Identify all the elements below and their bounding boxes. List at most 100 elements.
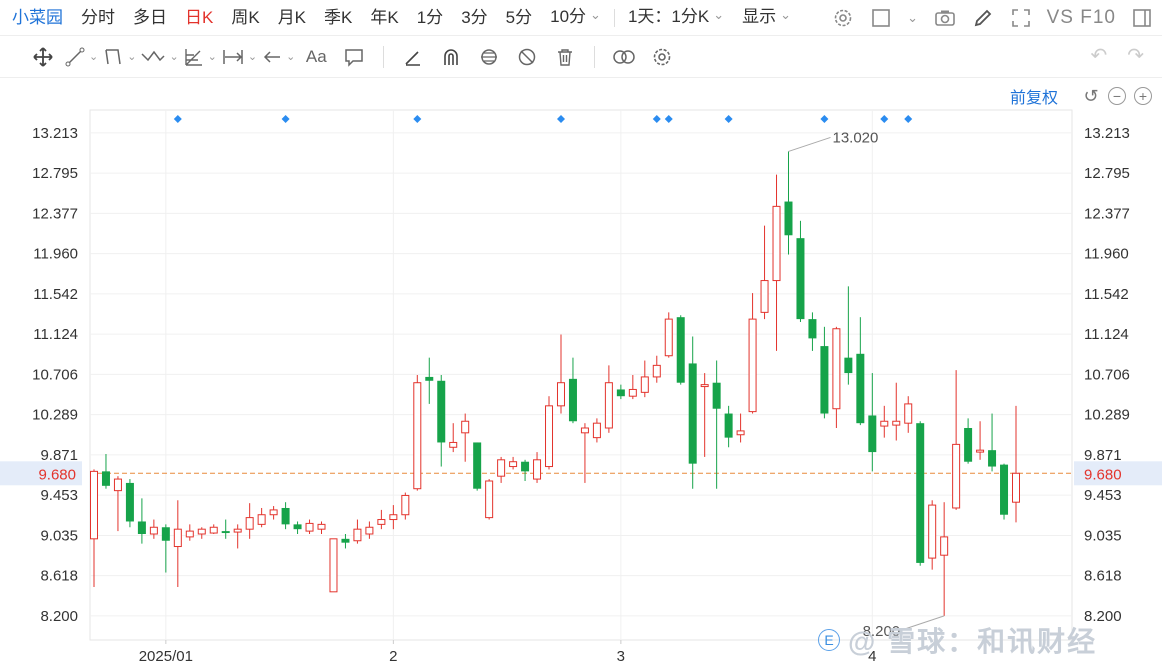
y-tick-label-right: 11.542 (1084, 286, 1129, 303)
y-tick-label-left: 11.542 (33, 286, 78, 303)
candle-body-down (988, 450, 997, 467)
candle-body-down (293, 524, 302, 530)
candle-body-up (664, 318, 673, 357)
candle-body-up (736, 430, 745, 436)
y-tick-label-left: 9.453 (40, 487, 78, 504)
candle-body-down (521, 461, 530, 472)
candle-body-up (880, 420, 889, 427)
candle-body-up (197, 528, 206, 535)
y-tick-label-right: 9.035 (1084, 527, 1122, 544)
candle-body-up (317, 523, 326, 530)
candle-body-up (90, 470, 98, 540)
candle-body-up (592, 422, 601, 439)
candle-body-up (269, 509, 278, 516)
candle-body-up (952, 443, 961, 509)
candle-body-up (904, 403, 913, 424)
candle-body-up (545, 405, 554, 468)
candle-body-down (101, 471, 110, 486)
y-tick-label-right: 11.960 (1084, 246, 1129, 263)
candle-body-up (509, 461, 518, 468)
candle-body-down (1000, 464, 1009, 515)
plot-frame (89, 109, 1073, 641)
candle-body-down (688, 363, 697, 464)
candle-body-up (628, 388, 637, 397)
y-tick-label-left: 10.289 (32, 407, 78, 424)
candle-body-up (209, 526, 218, 534)
candle-body-up (353, 528, 362, 542)
watermark: E @ 雪球：和讯财经 (818, 620, 1097, 660)
y-tick-label-right: 10.706 (1084, 366, 1130, 383)
candle-body-up (185, 530, 194, 538)
candle-body-down (856, 353, 865, 424)
event-marker (556, 115, 565, 123)
current-price-left: 9.680 (38, 466, 76, 483)
event-marker (173, 115, 182, 123)
event-marker (820, 115, 829, 123)
x-tick-label: 2025/01 (139, 648, 193, 665)
watermark-text: @ 雪球：和讯财经 (848, 626, 1098, 657)
y-tick-label-left: 13.213 (32, 125, 78, 142)
e-logo-icon: E (818, 629, 840, 651)
candle-body-up (329, 538, 338, 593)
candle-body-up (772, 205, 781, 282)
candle-body-down (616, 389, 625, 397)
candle-body-up (580, 427, 589, 434)
candle-body-up (940, 536, 949, 556)
y-tick-label-left: 12.377 (32, 205, 78, 222)
candle-body-down (341, 538, 350, 543)
candle-body-up (413, 382, 422, 490)
candle-body-up (305, 522, 314, 532)
candle-body-up (976, 449, 985, 453)
y-tick-label-right: 13.213 (1084, 125, 1130, 142)
y-tick-label-right: 9.453 (1084, 487, 1122, 504)
y-tick-label-left: 11.960 (33, 246, 78, 263)
candle-body-up (640, 376, 649, 393)
candle-body-up (748, 318, 757, 413)
x-tick-label: 3 (617, 648, 625, 665)
candle-body-up (449, 441, 458, 448)
candlestick-chart[interactable]: 13.213 13.213 12.795 12.795 12.377 12.377 11.9… (0, 0, 1162, 672)
candle-body-up (245, 517, 254, 530)
candle-body-down (712, 382, 721, 409)
candle-body-down (473, 442, 482, 489)
candle-body-down (425, 376, 434, 381)
candle-body-down (724, 413, 733, 438)
candle-body-up (113, 478, 122, 492)
candle-body-down (568, 378, 577, 422)
candle-body-down (796, 238, 805, 320)
candle-body-down (964, 428, 973, 462)
event-marker (664, 115, 673, 123)
candle-body-up (389, 514, 398, 521)
y-tick-label-left: 9.035 (40, 527, 78, 544)
candle-body-up (533, 459, 542, 480)
candle-body-up (401, 494, 410, 516)
current-price-right: 9.680 (1084, 466, 1122, 483)
candle-body-up (149, 526, 158, 535)
candle-body-up (233, 528, 242, 533)
candle-body-up (365, 526, 374, 535)
candle-body-up (377, 519, 386, 525)
candle-body-down (437, 380, 446, 443)
event-marker (652, 115, 661, 123)
y-tick-label-right: 8.618 (1084, 568, 1122, 585)
candle-body-up (173, 528, 182, 548)
candle-body-down (784, 201, 793, 236)
y-tick-label-right: 10.289 (1084, 407, 1130, 424)
candle-body-down (868, 415, 877, 453)
candle-body-up (832, 328, 841, 410)
y-tick-label-left: 8.618 (40, 568, 78, 585)
candle-body-down (676, 317, 685, 383)
candle-body-down (808, 319, 817, 339)
candle-body-down (916, 423, 925, 563)
candle-body-up (485, 480, 494, 519)
y-tick-label-left: 8.200 (40, 608, 78, 625)
max-leader-line (788, 136, 831, 152)
candle-body-up (461, 420, 470, 434)
max-price-label: 13.020 (832, 129, 878, 146)
candle-body-up (497, 459, 506, 477)
y-tick-label-left: 12.795 (32, 165, 78, 182)
candle-body-down (161, 527, 170, 541)
candle-body-down (281, 507, 290, 525)
candle-body-up (604, 382, 613, 429)
candle-body-up (257, 514, 266, 525)
